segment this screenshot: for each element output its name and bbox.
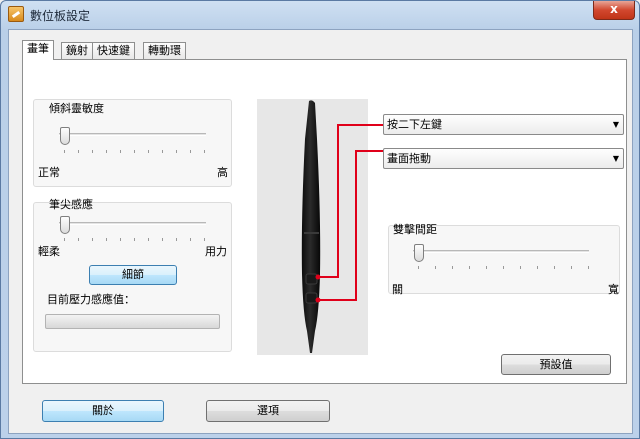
slider-tick — [571, 266, 572, 269]
window-title: 數位板設定 — [30, 9, 91, 23]
tip-slider-track — [59, 222, 206, 225]
slider-tick — [190, 238, 191, 241]
tilt-slider-thumb[interactable] — [60, 127, 70, 145]
double-click-slider-thumb[interactable] — [414, 244, 424, 262]
close-icon: x — [610, 2, 618, 16]
slider-tick — [162, 238, 163, 241]
slider-tick — [435, 266, 436, 269]
upper-button-dot — [315, 274, 321, 280]
slider-tick — [148, 150, 149, 153]
tab-pen[interactable]: 畫筆 — [22, 40, 54, 60]
tip-min-label: 輕柔 — [38, 245, 60, 258]
slider-tick — [120, 150, 121, 153]
slider-tick — [204, 150, 205, 153]
options-button-label: 選項 — [257, 404, 279, 417]
details-button-label: 細節 — [122, 268, 144, 281]
tip-feel-label: 筆尖感應 — [49, 198, 93, 211]
restore-defaults-button[interactable]: 預設值 — [501, 354, 611, 375]
slider-tick — [537, 266, 538, 269]
lower-button-dot — [315, 297, 321, 303]
options-button[interactable]: 選項 — [206, 400, 330, 422]
slider-tick — [190, 150, 191, 153]
slider-tick — [92, 238, 93, 241]
slider-tick — [106, 150, 107, 153]
double-click-min-label: 關 — [392, 283, 403, 296]
lower-button-select[interactable]: 畫面拖動 ▼ — [383, 148, 624, 169]
tab-ring-label: 轉動環 — [148, 44, 181, 57]
slider-tick — [503, 266, 504, 269]
slider-tick — [148, 238, 149, 241]
about-button[interactable]: 關於 — [42, 400, 164, 422]
slider-tick — [78, 150, 79, 153]
pen-tab-panel: 傾斜靈敏度 正常 高 筆尖感應 輕柔 用力 細節 目前壓力感應值： 按二下左鍵 … — [22, 59, 627, 384]
slider-tick — [134, 150, 135, 153]
pen-button-connectors — [315, 124, 391, 303]
double-click-max-label: 寬 — [608, 283, 619, 296]
upper-button-select-value: 按二下左鍵 — [387, 118, 442, 131]
tab-hotkeys[interactable]: 快速鍵 — [92, 42, 135, 59]
slider-tick — [176, 238, 177, 241]
slider-tick — [520, 266, 521, 269]
pressure-progress-bar — [45, 314, 220, 329]
slider-tick — [554, 266, 555, 269]
slider-tick — [162, 150, 163, 153]
slider-tick — [134, 238, 135, 241]
tilt-max-label: 高 — [217, 166, 228, 179]
upper-button-select[interactable]: 按二下左鍵 ▼ — [383, 114, 624, 135]
double-click-slider-track — [413, 250, 589, 253]
slider-tick — [588, 266, 589, 269]
chevron-down-icon: ▼ — [612, 120, 619, 129]
tab-ring[interactable]: 轉動環 — [143, 42, 186, 59]
upper-button-connector — [318, 124, 391, 278]
slider-tick — [64, 150, 65, 153]
slider-tick — [78, 238, 79, 241]
restore-defaults-label: 預設值 — [539, 358, 573, 371]
tilt-slider-track — [59, 133, 206, 136]
tab-mapping[interactable]: 鏡射 — [61, 42, 93, 59]
slider-tick — [452, 266, 453, 269]
tablet-settings-window: 數位板設定 x 畫筆 鏡射 快速鍵 轉動環 傾斜靈敏度 正常 高 筆尖感應 輕柔… — [0, 0, 640, 439]
dialog-client-area: 畫筆 鏡射 快速鍵 轉動環 傾斜靈敏度 正常 高 筆尖感應 輕柔 用力 細節 目… — [8, 29, 633, 434]
slider-tick — [418, 266, 419, 269]
tablet-app-icon — [8, 6, 24, 22]
double-click-distance-label: 雙擊間距 — [393, 223, 437, 236]
tilt-min-label: 正常 — [38, 166, 60, 179]
title-bar: 數位板設定 x — [1, 1, 639, 27]
lower-button-select-value: 畫面拖動 — [387, 152, 431, 165]
slider-tick — [64, 238, 65, 241]
slider-tick — [176, 150, 177, 153]
slider-tick — [106, 238, 107, 241]
about-button-label: 關於 — [92, 404, 114, 417]
tab-pen-label: 畫筆 — [27, 42, 49, 55]
chevron-down-icon: ▼ — [612, 154, 619, 163]
tilt-sensitivity-label: 傾斜靈敏度 — [49, 102, 104, 115]
tip-slider-thumb[interactable] — [60, 216, 70, 234]
current-pressure-label: 目前壓力感應值： — [47, 293, 135, 306]
details-button[interactable]: 細節 — [89, 265, 177, 285]
slider-tick — [469, 266, 470, 269]
tab-mapping-label: 鏡射 — [66, 44, 88, 57]
slider-tick — [92, 150, 93, 153]
slider-tick — [486, 266, 487, 269]
tab-hotkeys-label: 快速鍵 — [97, 44, 130, 57]
slider-tick — [204, 238, 205, 241]
slider-tick — [120, 238, 121, 241]
close-button[interactable]: x — [593, 1, 635, 20]
tip-max-label: 用力 — [205, 245, 227, 258]
